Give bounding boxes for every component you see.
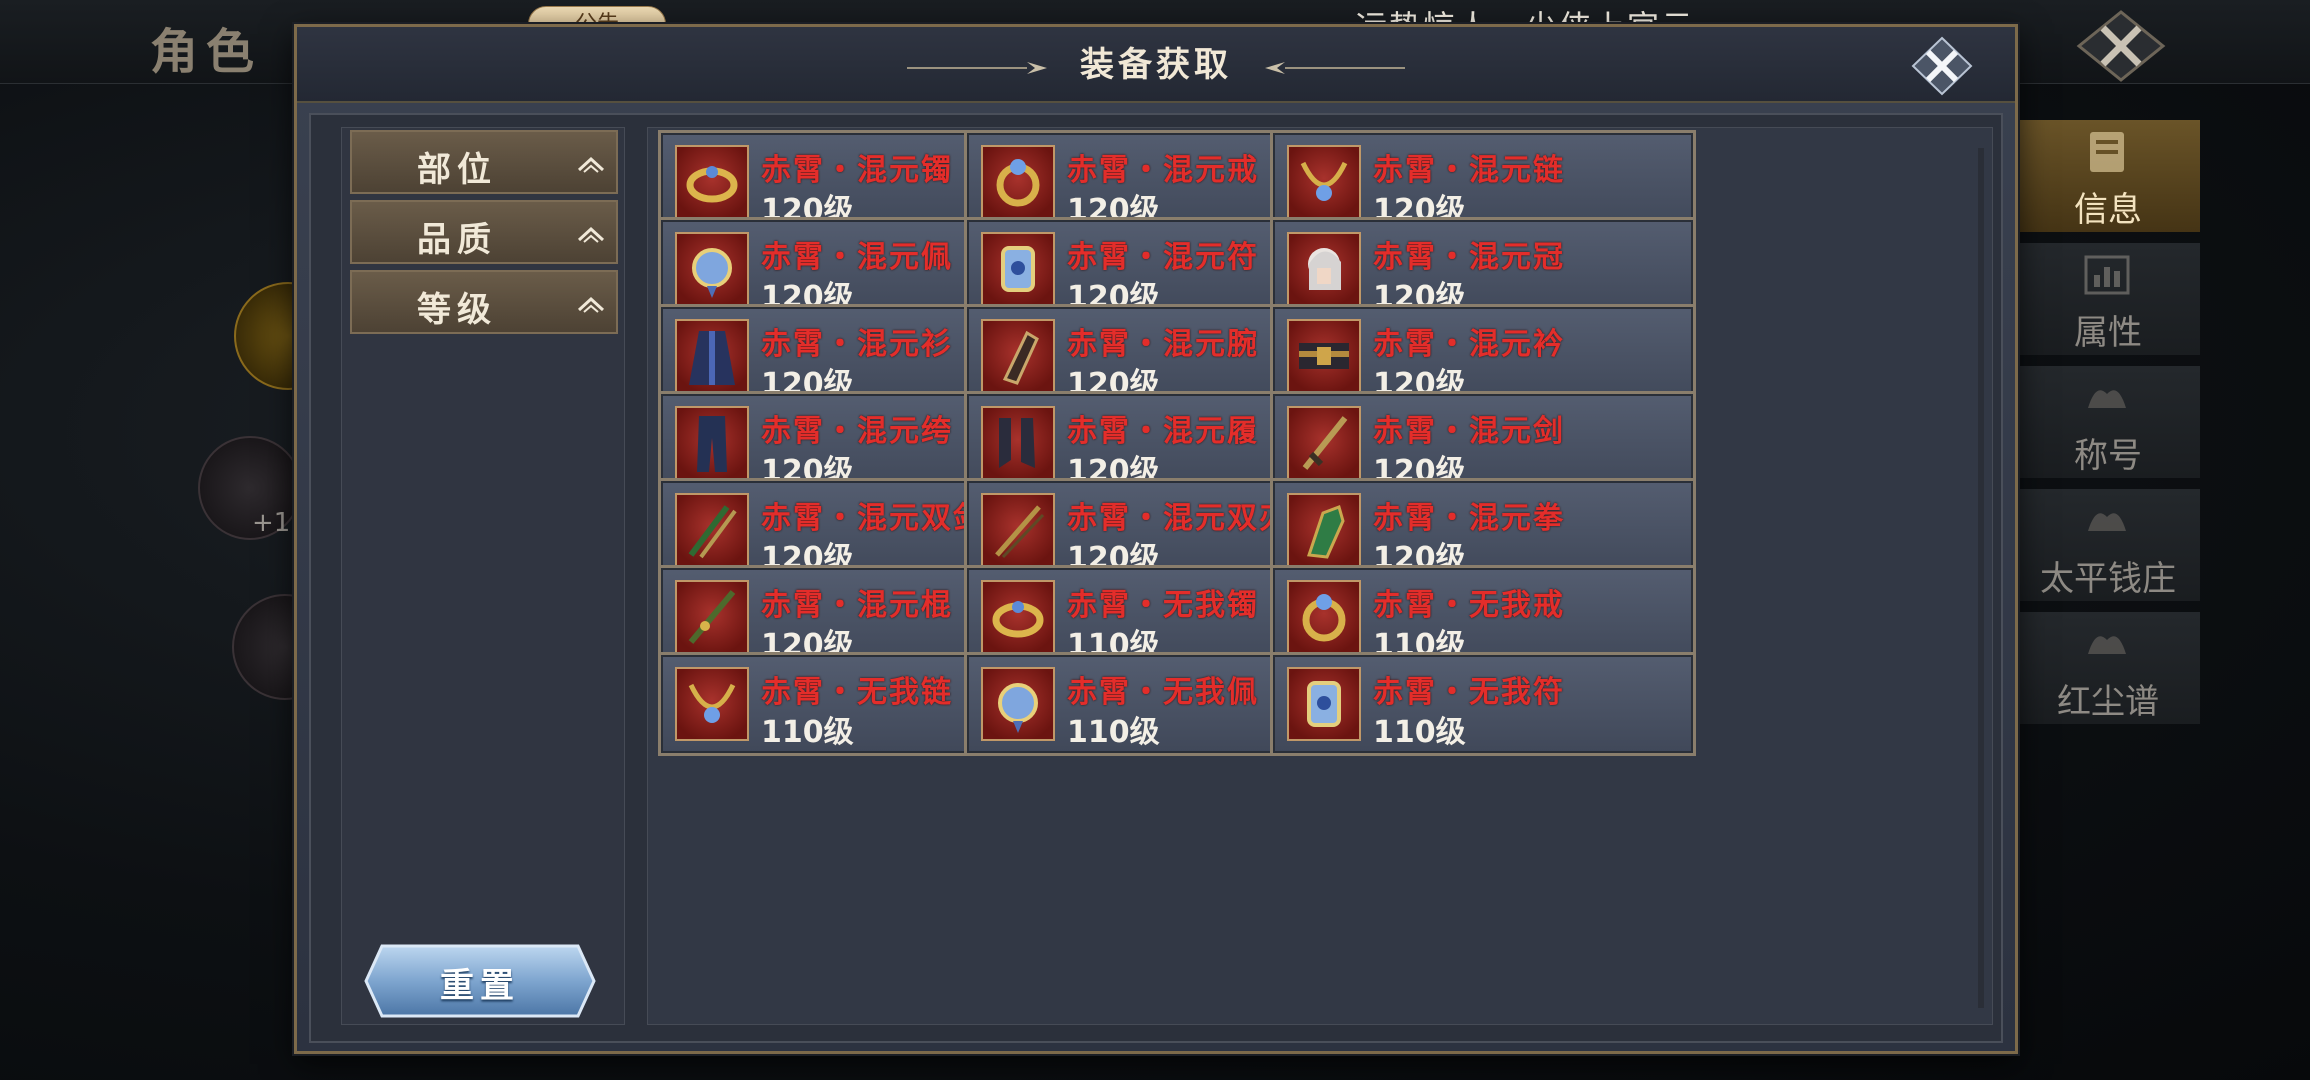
bank-icon bbox=[2088, 513, 2126, 531]
equipment-name: 赤霄・混元戒 bbox=[1067, 153, 1259, 188]
equipment-name: 赤霄・无我链 bbox=[761, 675, 953, 710]
menu-item-attribute[interactable]: 属性 bbox=[2012, 243, 2200, 355]
pendant-icon bbox=[675, 232, 749, 306]
bracelet-icon bbox=[981, 580, 1055, 654]
dialog-header: 装备获取 bbox=[297, 27, 2015, 103]
title-ornament-right bbox=[1265, 62, 1405, 74]
equipment-name: 赤霄・混元履 bbox=[1067, 414, 1259, 449]
equipment-level: 110级 bbox=[761, 715, 854, 750]
close-dialog-button[interactable] bbox=[1909, 35, 1975, 97]
boots-icon bbox=[981, 406, 1055, 480]
filter-quality-button[interactable]: 品质 bbox=[350, 200, 618, 264]
filter-slot-button[interactable]: 部位 bbox=[350, 130, 618, 194]
bracer-icon bbox=[981, 319, 1055, 393]
equipment-name: 赤霄・混元绔 bbox=[761, 414, 953, 449]
menu-item-info[interactable]: 信息 bbox=[2012, 120, 2200, 232]
equipment-name: 赤霄・混元剑 bbox=[1373, 414, 1565, 449]
equipment-name: 赤霄・混元佩 bbox=[761, 240, 953, 275]
equipment-grid: 赤霄・混元镯 120级 赤霄・混元戒 120级 赤霄・混元链 120级 赤霄・混元佩 120级… bbox=[647, 127, 1993, 1025]
page-title: 角色 bbox=[150, 24, 263, 80]
chevron-up-icon bbox=[577, 296, 605, 313]
ring-icon bbox=[981, 145, 1055, 219]
fist-icon bbox=[1287, 493, 1361, 567]
record-icon bbox=[2088, 636, 2126, 654]
talisman-icon bbox=[1287, 667, 1361, 741]
attribute-icon bbox=[2084, 255, 2130, 295]
chevron-up-icon bbox=[577, 226, 605, 243]
necklace-icon bbox=[675, 667, 749, 741]
talisman-icon bbox=[981, 232, 1055, 306]
chevron-up-icon bbox=[577, 156, 605, 173]
equipment-name: 赤霄・无我佩 bbox=[1067, 675, 1259, 710]
equipment-name: 赤霄・混元双剑 bbox=[761, 501, 985, 536]
equipment-name: 赤霄・混元冠 bbox=[1373, 240, 1565, 275]
title-icon bbox=[2088, 390, 2126, 408]
staff-icon bbox=[675, 580, 749, 654]
robe-icon bbox=[675, 319, 749, 393]
equipment-name: 赤霄・混元腕 bbox=[1067, 327, 1259, 362]
filter-level-button[interactable]: 等级 bbox=[350, 270, 618, 334]
equipment-name: 赤霄・混元镯 bbox=[761, 153, 953, 188]
equipment-acquire-dialog: 装备获取 部位 品质 等级 重置 赤霄・混元镯 120级 赤霄・混元戒 120级… bbox=[294, 24, 2018, 1054]
equipment-level: 110级 bbox=[1373, 715, 1466, 750]
equipment-name: 赤霄・混元拳 bbox=[1373, 501, 1565, 536]
right-side-menu: 信息 属性 称号 太平钱庄 红尘谱 bbox=[2012, 120, 2200, 735]
ring-icon bbox=[1287, 580, 1361, 654]
dialog-title: 装备获取 bbox=[1080, 45, 1232, 85]
necklace-icon bbox=[1287, 145, 1361, 219]
equipment-name: 赤霄・混元链 bbox=[1373, 153, 1565, 188]
menu-item-bank[interactable]: 太平钱庄 bbox=[2012, 489, 2200, 601]
equipment-name: 赤霄・无我戒 bbox=[1373, 588, 1565, 623]
equipment-name: 赤霄・无我符 bbox=[1373, 675, 1565, 710]
reset-label: 重置 bbox=[440, 966, 520, 1006]
equipment-name: 赤霄・混元双刃 bbox=[1067, 501, 1291, 536]
scrollbar[interactable] bbox=[1978, 148, 1984, 1008]
filter-panel: 部位 品质 等级 重置 bbox=[341, 127, 625, 1025]
filter-label: 部位 bbox=[417, 150, 497, 190]
equipment-name: 赤霄・混元衿 bbox=[1373, 327, 1565, 362]
equipment-name: 赤霄・无我镯 bbox=[1067, 588, 1259, 623]
equipment-level: 110级 bbox=[1067, 715, 1160, 750]
equipment-name: 赤霄・混元衫 bbox=[761, 327, 953, 362]
pendant-icon bbox=[981, 667, 1055, 741]
equipment-name: 赤霄・混元符 bbox=[1067, 240, 1259, 275]
menu-item-title[interactable]: 称号 bbox=[2012, 366, 2200, 478]
info-icon bbox=[2090, 132, 2124, 172]
sword-icon bbox=[1287, 406, 1361, 480]
dialog-body: 部位 品质 等级 重置 赤霄・混元镯 120级 赤霄・混元戒 120级 赤霄・混元链 bbox=[309, 113, 2003, 1043]
dual-sword-icon bbox=[675, 493, 749, 567]
reset-button[interactable]: 重置 bbox=[364, 942, 596, 1020]
dual-blade-icon bbox=[981, 493, 1055, 567]
crown-icon bbox=[1287, 232, 1361, 306]
equipment-name: 赤霄・混元棍 bbox=[761, 588, 953, 623]
pants-icon bbox=[675, 406, 749, 480]
filter-label: 等级 bbox=[417, 290, 497, 330]
belt-icon bbox=[1287, 319, 1361, 393]
close-page-icon[interactable] bbox=[2075, 8, 2167, 84]
close-icon bbox=[1911, 36, 1973, 96]
menu-item-record[interactable]: 红尘谱 bbox=[2012, 612, 2200, 724]
bracelet-icon bbox=[675, 145, 749, 219]
equipment-card[interactable]: 赤霄・无我符 110级 bbox=[1270, 652, 1696, 756]
filter-label: 品质 bbox=[417, 220, 497, 260]
